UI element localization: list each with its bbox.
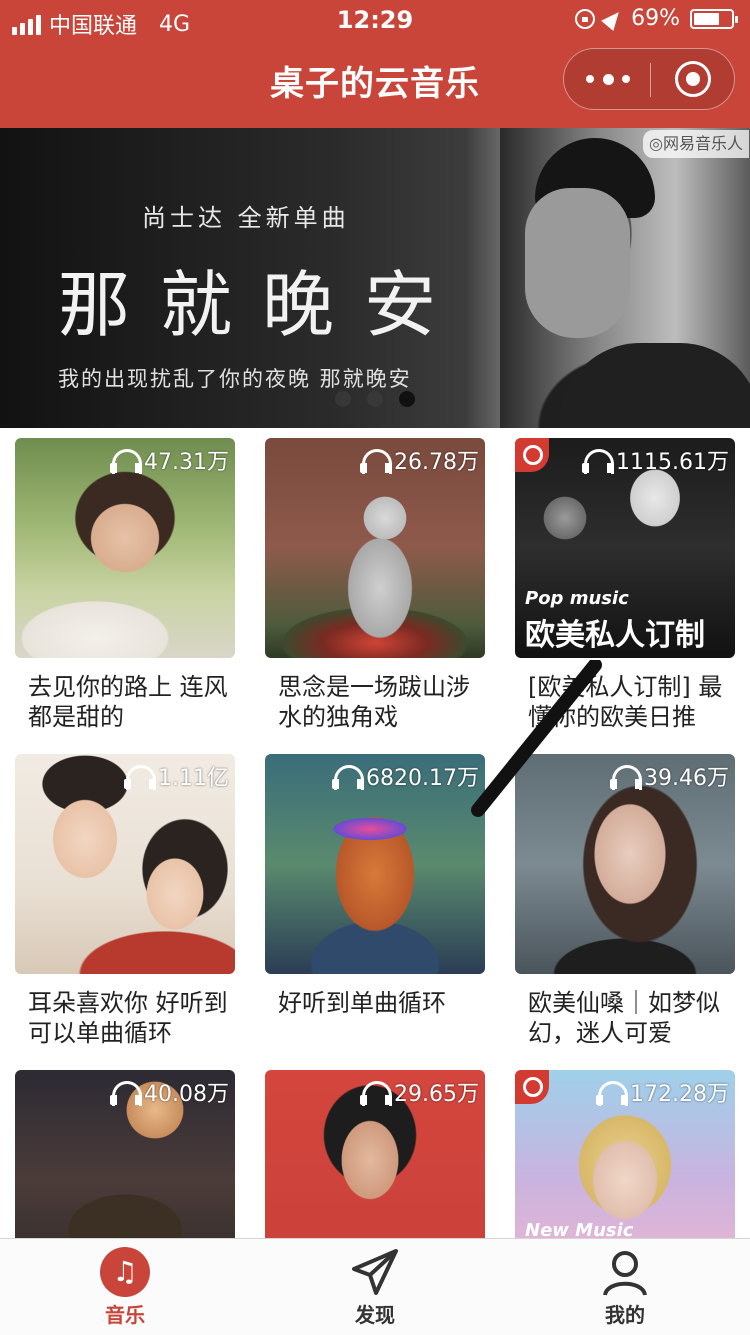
playlist-title: 去见你的路上 连风都是甜的 [28,673,228,731]
play-count: 26.78万 [360,444,479,476]
play-count-value: 26.78万 [394,450,479,475]
capsule-divider [650,63,651,97]
tab-discover[interactable]: 发现 [250,1239,500,1335]
tab-label: 我的 [605,1303,645,1327]
playlist-title: [欧美私人订制] 最懂你的欧美日推 [528,673,723,731]
playlist-title: 好听到单曲循环 [278,989,446,1017]
close-program-button[interactable] [675,61,711,97]
cover-caption-small: New Music [525,1220,634,1238]
headphones-icon [110,1079,143,1106]
cover-caption-small: Pop music [525,588,629,609]
banner-headline: 那就晚安 [58,263,467,347]
paper-plane-icon [352,1249,398,1295]
headphones-icon [332,763,365,790]
banner-photo-face [525,188,630,338]
tab-label: 发现 [355,1303,395,1327]
play-count-value: 29.65万 [394,1082,479,1107]
play-count-value: 1115.61万 [616,450,729,475]
more-options-button[interactable] [586,49,630,109]
play-count: 1115.61万 [582,444,729,476]
play-count-value: 172.28万 [630,1082,729,1107]
playlist-grid: 47.31万 去见你的路上 连风都是甜的 26.78万 思念是一场跋山涉水的独角… [0,428,750,1238]
headphones-icon [360,447,393,474]
top-bar: 中国联通 4G 12:29 69% 桌子的云音乐 [0,0,750,128]
headphones-icon [360,1079,393,1106]
rotation-lock-icon [575,8,596,29]
play-count-value: 47.31万 [144,450,229,475]
play-count: 40.08万 [110,1076,229,1108]
bottom-tab-bar: ♫ 音乐 发现 我的 [0,1238,750,1335]
play-count: 29.65万 [360,1076,479,1108]
battery-percent: 69% [631,6,680,31]
status-bar: 中国联通 4G 12:29 69% [0,0,750,40]
carousel-dot[interactable] [335,391,351,407]
play-count: 47.31万 [110,444,229,476]
tab-label: 音乐 [105,1303,145,1327]
battery-icon [690,8,738,29]
play-count-value: 6820.17万 [366,766,479,791]
play-count-value: 40.08万 [144,1082,229,1107]
playlist-title: 思念是一场跋山涉水的独角戏 [278,673,470,731]
banner-tagline: 我的出现扰乱了你的夜晚 那就晚安 [58,367,412,391]
carousel-dot[interactable] [367,391,383,407]
banner-brand-tag: ◎网易音乐人 [643,130,749,158]
headphones-icon [124,763,156,790]
tab-music[interactable]: ♫ 音乐 [0,1239,250,1335]
play-count-value: 39.46万 [644,766,729,791]
play-count: 6820.17万 [332,760,479,792]
playlist-title: 耳朵喜欢你 好听到可以单曲循环 [28,989,228,1047]
cover-caption-big: 欧美私人订制 [525,618,705,653]
banner-brand-text: 网易音乐人 [662,134,743,153]
tab-profile[interactable]: 我的 [500,1239,750,1335]
music-note-icon: ♫ [100,1247,150,1297]
play-count: 172.28万 [596,1076,729,1108]
mini-program-capsule [563,48,735,110]
play-count-value: 1.11亿 [158,766,229,791]
carousel-dot-active[interactable] [399,391,415,407]
play-count: 1.11亿 [124,760,229,792]
banner-carousel[interactable]: 尚士达 全新单曲 那就晚安 我的出现扰乱了你的夜晚 那就晚安 ◎网易音乐人 [0,128,750,428]
banner-subtitle: 尚士达 全新单曲 [142,204,350,232]
playlist-title: 欧美仙嗓｜如梦似幻，迷人可爱 [528,989,720,1047]
carousel-indicator [335,391,415,407]
headphones-icon [582,447,615,474]
play-count: 39.46万 [610,760,729,792]
location-icon [601,6,626,31]
user-icon [603,1251,647,1296]
headphones-icon [110,447,143,474]
headphones-icon [596,1079,629,1106]
headphones-icon [610,763,643,790]
